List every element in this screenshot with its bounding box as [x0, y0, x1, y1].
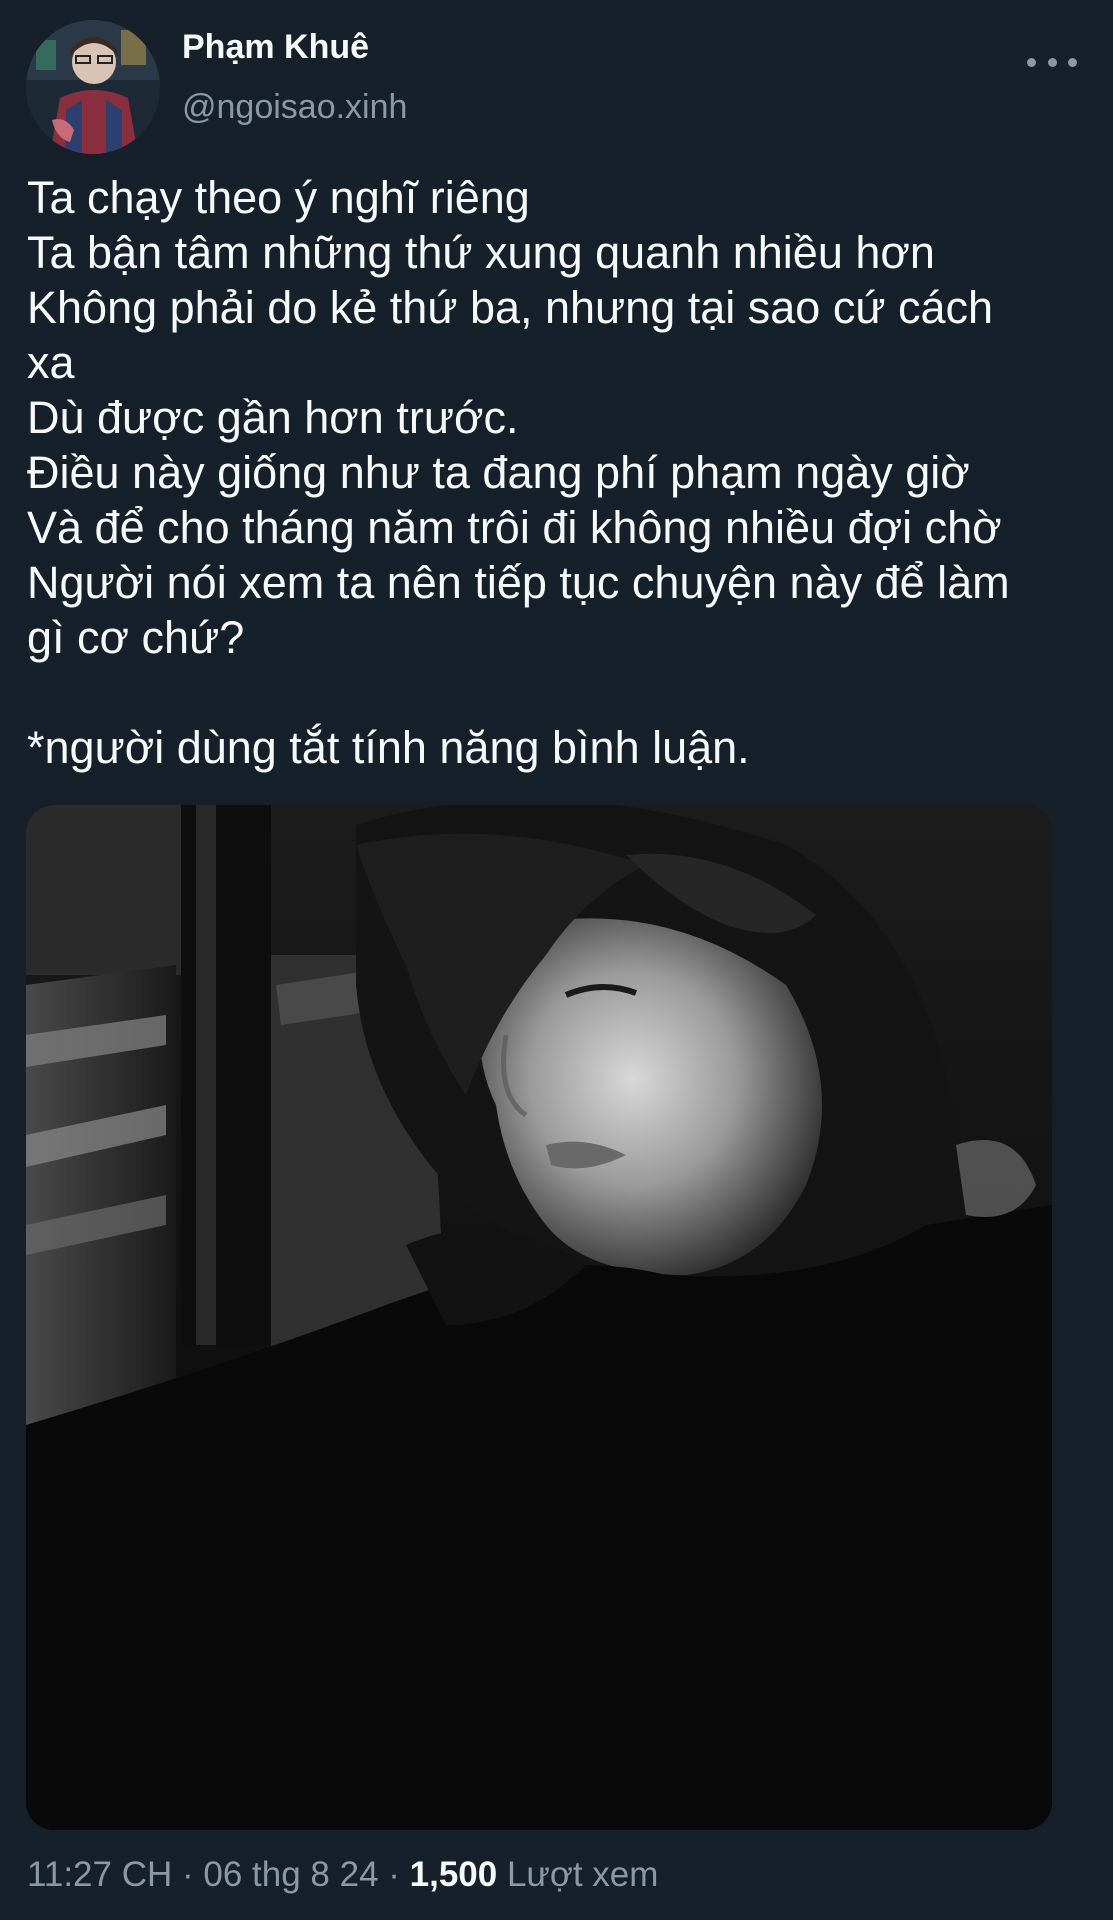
more-dots-icon[interactable] [1027, 44, 1077, 80]
more-dot [1047, 57, 1057, 67]
tweet-line: Ta bận tâm những thứ xung quanh nhiều hơ… [27, 227, 935, 278]
photo-image [26, 805, 1052, 1830]
views-count[interactable]: 1,500 [410, 1855, 498, 1894]
more-dot [1027, 57, 1036, 67]
tweet-line: *người dùng tắt tính năng bình luận. [27, 722, 750, 773]
tweet-media-photo[interactable] [26, 805, 1052, 1830]
avatar[interactable] [26, 20, 160, 154]
tweet-line: xa [27, 337, 75, 388]
tweet-time[interactable]: 11:27 CH [27, 1855, 172, 1894]
tweet-line: Và để cho tháng năm trôi đi không nhiều … [27, 502, 1002, 553]
tweet-text: Ta chạy theo ý nghĩ riêng Ta bận tâm nhữ… [27, 170, 1097, 775]
tweet-line: Ta chạy theo ý nghĩ riêng [27, 172, 530, 223]
avatar-image [26, 20, 160, 154]
tweet-line: Không phải do kẻ thứ ba, nhưng tại sao c… [27, 282, 994, 333]
tweet-date[interactable]: 06 thg 8 24 [203, 1855, 378, 1894]
views-label: Lượt xem [506, 1855, 659, 1894]
meta-separator: · [172, 1855, 204, 1894]
tweet-line: Người nói xem ta nên tiếp tục chuyện này… [27, 557, 1010, 608]
tweet-meta: 11:27 CH · 06 thg 8 24 · 1,500 Lượt xem [27, 1855, 658, 1895]
display-name[interactable]: Phạm Khuê [182, 28, 369, 67]
handle[interactable]: @ngoisao.xinh [182, 88, 407, 127]
more-dot [1068, 57, 1077, 67]
meta-separator: · [378, 1855, 410, 1894]
tweet-line: Dù được gần hơn trước. [27, 392, 519, 443]
tweet-line: Điều này giống như ta đang phí phạm ngày… [27, 447, 970, 498]
tweet-header: Phạm Khuê @ngoisao.xinh [0, 0, 1113, 160]
tweet-line: gì cơ chứ? [27, 612, 245, 663]
